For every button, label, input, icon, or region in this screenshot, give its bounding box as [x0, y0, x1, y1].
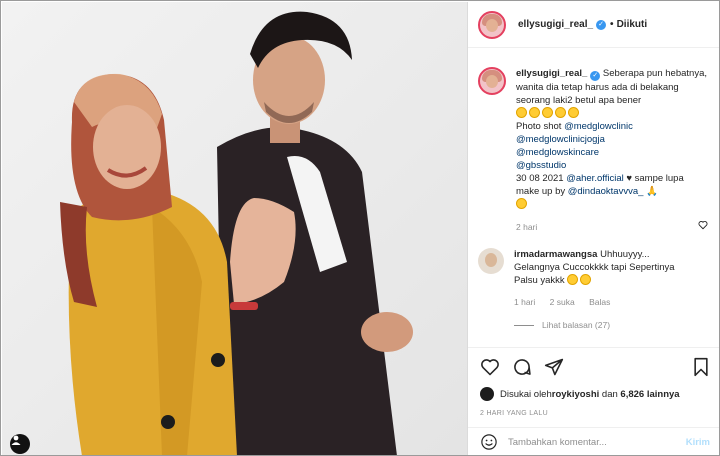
comment-emoji	[580, 274, 592, 285]
comment-emoji	[567, 274, 579, 285]
photo-shot-label: Photo shot	[516, 121, 565, 132]
caption-emoji-last	[516, 198, 527, 209]
heart-icon	[481, 359, 499, 376]
comment-input[interactable]	[508, 436, 686, 448]
tag-link-2[interactable]: @medglowclinicjogja	[516, 134, 605, 145]
separator-dot: •	[610, 19, 614, 30]
likes-count-button[interactable]: 6,826 lainnya	[620, 389, 679, 400]
action-icons	[480, 355, 710, 379]
caption-emojis	[516, 107, 581, 120]
user-tag-icon	[11, 435, 21, 445]
replies-divider	[514, 324, 534, 326]
comments-list[interactable]: ellysugigi_real_ ✓ Seberapa pun hebatnya,…	[468, 49, 719, 351]
aher-link[interactable]: @aher.official	[566, 173, 624, 184]
view-replies-label: Lihat balasan (27)	[542, 320, 611, 330]
comment-meta: 1 hari 2 suka Balas	[514, 296, 690, 309]
comment-item: irmadarmawangsa Uhhuuyyy... Gelangnya Cu…	[478, 248, 710, 309]
like-button[interactable]	[480, 357, 500, 377]
man-hand	[361, 312, 413, 352]
emoji-button[interactable]	[480, 433, 498, 451]
woman-coat	[68, 189, 237, 455]
bracelet	[230, 302, 258, 310]
save-button[interactable]	[692, 357, 710, 377]
likes-summary: Disukai oleh roykiyoshi dan 6,826 lainny…	[480, 387, 710, 401]
post-date[interactable]: 2 HARI YANG LALU	[480, 410, 710, 417]
bookmark-icon	[694, 357, 708, 377]
comment-reply-button[interactable]: Balas	[589, 297, 610, 307]
view-replies-button[interactable]: Lihat balasan (27)	[514, 320, 710, 330]
post-header: ellysugigi_real_ ✓ • Diikuti	[468, 2, 719, 48]
tag-link-4[interactable]: @gbsstudio	[516, 160, 566, 171]
caption-tail: 🙏	[643, 186, 658, 197]
post-sidebar: ellysugigi_real_ ✓ • Diikuti ellysugigi_…	[467, 2, 719, 455]
comment-age[interactable]: 1 hari	[514, 297, 535, 307]
verified-icon: ✓	[590, 71, 601, 81]
comment-like-heart-icon[interactable]	[698, 220, 708, 230]
post-photo[interactable]	[2, 2, 467, 455]
liker-username[interactable]: roykiyoshi	[552, 389, 600, 400]
comment-icon	[514, 359, 531, 375]
comment-button[interactable]	[512, 357, 532, 377]
likes-prefix: Disukai oleh	[500, 388, 552, 400]
caption-date: 30 08 2021	[516, 173, 567, 184]
photo-illustration	[2, 2, 467, 455]
share-icon	[544, 358, 564, 376]
caption-author[interactable]: ellysugigi_real_	[516, 68, 587, 79]
post-modal: ellysugigi_real_ ✓ • Diikuti ellysugigi_…	[0, 0, 720, 456]
post-actions: Disukai oleh roykiyoshi dan 6,826 lainny…	[468, 347, 719, 417]
comment-composer: Kirim	[468, 427, 719, 455]
dinda-link[interactable]: @dindaoktavvva_	[568, 186, 644, 197]
author-avatar[interactable]	[478, 10, 506, 39]
liker-avatar[interactable]	[480, 387, 494, 401]
caption-avatar[interactable]	[478, 67, 506, 95]
user-tag-button[interactable]	[10, 434, 30, 454]
caption-age[interactable]: 2 hari	[516, 221, 708, 234]
follow-status-button[interactable]: Diikuti	[617, 19, 648, 30]
author-username[interactable]: ellysugigi_real_	[518, 19, 593, 30]
comment-likes[interactable]: 2 suka	[550, 297, 575, 307]
send-comment-button[interactable]: Kirim	[686, 437, 710, 448]
tag-link-1[interactable]: @medglowclinic	[564, 121, 633, 132]
emoji-icon	[481, 434, 497, 450]
comment-author[interactable]: irmadarmawangsa	[514, 249, 597, 260]
verified-icon: ✓	[596, 19, 607, 30]
comment-avatar[interactable]	[478, 248, 504, 274]
likes-middle: dan	[599, 388, 621, 400]
caption: ellysugigi_real_ ✓ Seberapa pun hebatnya,…	[478, 49, 710, 234]
tag-link-3[interactable]: @medglowskincare	[516, 147, 599, 158]
share-button[interactable]	[544, 357, 564, 377]
